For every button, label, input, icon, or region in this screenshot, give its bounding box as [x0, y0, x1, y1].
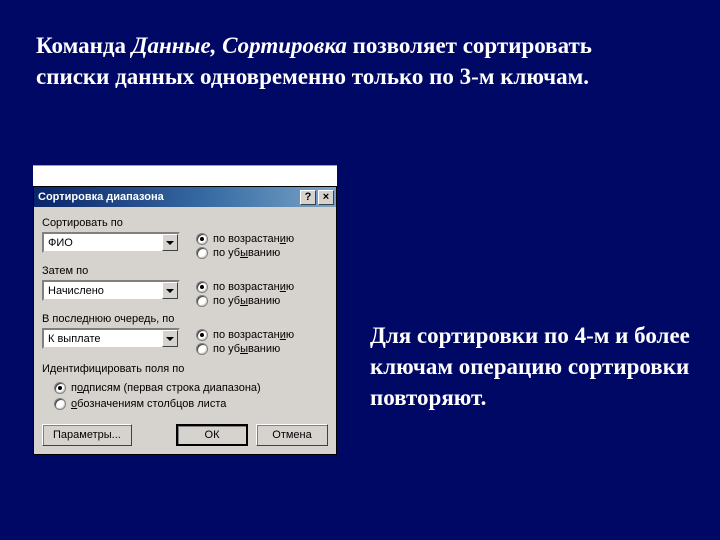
sort3-asc-radio[interactable]: по возрастанию: [196, 329, 294, 341]
radio-dot-icon: [54, 382, 66, 394]
radio-label: по возрастанию: [213, 233, 294, 245]
slide-heading: Команда Данные, Сортировка позволяет сор…: [36, 30, 660, 92]
sort-by-combo[interactable]: ФИО: [42, 232, 180, 253]
last-by-combo[interactable]: К выплате: [42, 328, 180, 349]
sort2-desc-radio[interactable]: по убыванию: [196, 295, 294, 307]
close-button[interactable]: ×: [318, 190, 334, 205]
radio-dot-icon: [196, 329, 208, 341]
identify-by-columns-radio[interactable]: обозначениям столбцов листа: [54, 398, 328, 410]
heading-pre: Команда: [36, 33, 132, 58]
radio-dot-icon: [196, 247, 208, 259]
radio-dot-icon: [196, 233, 208, 245]
radio-dot-icon: [54, 398, 66, 410]
heading-italic: Данные, Сортировка: [132, 33, 347, 58]
sort2-asc-radio[interactable]: по возрастанию: [196, 281, 294, 293]
sort-by-label: Сортировать по: [42, 217, 328, 229]
sort1-asc-radio[interactable]: по возрастанию: [196, 233, 294, 245]
radio-dot-icon: [196, 281, 208, 293]
then-by-combo[interactable]: Начислено: [42, 280, 180, 301]
radio-label: по возрастанию: [213, 281, 294, 293]
radio-label: обозначениям столбцов листа: [71, 398, 226, 410]
radio-label: по убыванию: [213, 343, 280, 355]
sort-by-value: ФИО: [44, 237, 77, 249]
dropdown-arrow-icon[interactable]: [162, 234, 178, 251]
identify-by-labels-radio[interactable]: подписям (первая строка диапазона): [54, 382, 328, 394]
sort-dialog: Сортировка диапазона ? × Сортировать по …: [33, 186, 337, 455]
ok-button[interactable]: ОК: [176, 424, 248, 446]
help-button[interactable]: ?: [300, 190, 316, 205]
sort3-desc-radio[interactable]: по убыванию: [196, 343, 294, 355]
radio-label: по убыванию: [213, 295, 280, 307]
slide-side-text: Для сортировки по 4-м и более ключам опе…: [370, 320, 690, 413]
dialog-titlebar[interactable]: Сортировка диапазона ? ×: [34, 187, 336, 207]
dropdown-arrow-icon[interactable]: [162, 330, 178, 347]
radio-label: по убыванию: [213, 247, 280, 259]
then-by-value: Начислено: [44, 285, 108, 297]
dropdown-arrow-icon[interactable]: [162, 282, 178, 299]
radio-label: по возрастанию: [213, 329, 294, 341]
sort1-desc-radio[interactable]: по убыванию: [196, 247, 294, 259]
identify-label: Идентифицировать поля по: [42, 363, 328, 375]
last-by-value: К выплате: [44, 333, 105, 345]
dialog-title: Сортировка диапазона: [38, 191, 298, 203]
radio-label: подписям (первая строка диапазона): [71, 382, 261, 394]
last-by-label: В последнюю очередь, по: [42, 313, 328, 325]
radio-dot-icon: [196, 295, 208, 307]
options-button[interactable]: Параметры...: [42, 424, 132, 446]
radio-dot-icon: [196, 343, 208, 355]
then-by-label: Затем по: [42, 265, 328, 277]
cancel-button[interactable]: Отмена: [256, 424, 328, 446]
